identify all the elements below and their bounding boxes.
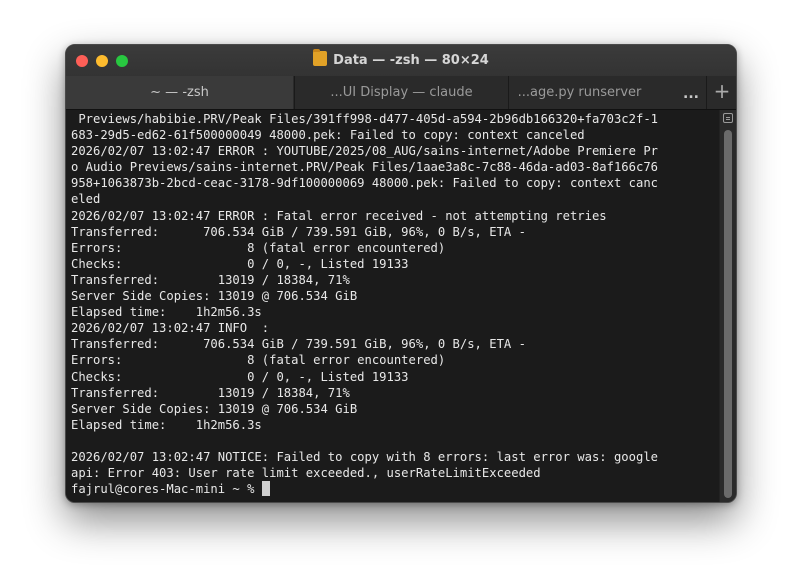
tab-zsh[interactable]: ~ — -zsh xyxy=(66,76,293,109)
terminal-line: eled xyxy=(71,192,101,207)
terminal-line: Previews/habibie.PRV/Peak Files/391ff998… xyxy=(71,112,658,126)
shell-prompt: fajrul@cores-Mac-mini ~ % xyxy=(71,482,262,497)
prompt-line[interactable]: fajrul@cores-Mac-mini ~ % xyxy=(71,481,714,497)
folder-icon xyxy=(313,49,328,66)
terminal-line: Errors: 8 (fatal error encountered) xyxy=(71,240,446,255)
terminal-line: api: Error 403: User rate limit exceeded… xyxy=(71,466,541,481)
terminal-line: Elapsed time: 1h2m56.3s xyxy=(71,417,262,432)
scrollbar[interactable] xyxy=(719,110,736,502)
terminal-window: Data — -zsh — 80×24 ~ — -zsh ...UI Displ… xyxy=(65,44,737,503)
terminal-line: Transferred: 13019 / 18384, 71% xyxy=(71,272,350,287)
terminal-line: 2026/02/07 13:02:47 INFO : xyxy=(71,321,270,336)
terminal-output[interactable]: Previews/habibie.PRV/Peak Files/391ff998… xyxy=(66,110,714,502)
new-tab-button[interactable]: + xyxy=(706,76,736,109)
scrollbar-thumb[interactable] xyxy=(724,130,732,498)
terminal-line: Checks: 0 / 0, -, Listed 19133 xyxy=(71,369,409,384)
terminal-line: Transferred: 13019 / 18384, 71% xyxy=(71,385,350,400)
terminal-line: Errors: 8 (fatal error encountered) xyxy=(71,353,446,368)
terminal-line: Server Side Copies: 13019 @ 706.534 GiB xyxy=(71,401,358,416)
terminal-line: 958+1063873b-2bcd-ceac-3178-9df100000069… xyxy=(71,176,658,191)
terminal-line: Transferred: 706.534 GiB / 739.591 GiB, … xyxy=(71,224,526,239)
tab-overflow-button[interactable]: ... xyxy=(678,76,704,109)
window-title: Data — -zsh — 80×24 xyxy=(333,53,489,68)
terminal-line: Server Side Copies: 13019 @ 706.534 GiB xyxy=(71,289,358,304)
tab-ui-display-claude[interactable]: ...UI Display — claude xyxy=(294,76,508,109)
text-cursor xyxy=(261,481,270,497)
terminal-line: o Audio Previews/sains-internet.PRV/Peak… xyxy=(71,160,658,175)
terminal-line: 2026/02/07 13:02:47 NOTICE: Failed to co… xyxy=(71,449,658,464)
window-title-container: Data — -zsh — 80×24 xyxy=(66,49,736,68)
terminal-line: 683-29d5-ed62-61f500000049 48000.pek: Fa… xyxy=(71,128,585,143)
terminal-line: Transferred: 706.534 GiB / 739.591 GiB, … xyxy=(71,337,526,352)
terminal-line: Checks: 0 / 0, -, Listed 19133 xyxy=(71,256,409,271)
terminal-line: Elapsed time: 1h2m56.3s xyxy=(71,305,262,320)
menu-icon[interactable] xyxy=(723,113,733,123)
terminal-line: 2026/02/07 13:02:47 ERROR : Fatal error … xyxy=(71,208,607,223)
title-bar[interactable]: Data — -zsh — 80×24 xyxy=(66,45,736,76)
tab-bar: ~ — -zsh ...UI Display — claude ...age.p… xyxy=(66,76,736,110)
terminal-line: 2026/02/07 13:02:47 ERROR : YOUTUBE/2025… xyxy=(71,144,658,159)
tab-runserver[interactable]: ...age.py runserver xyxy=(508,76,678,109)
